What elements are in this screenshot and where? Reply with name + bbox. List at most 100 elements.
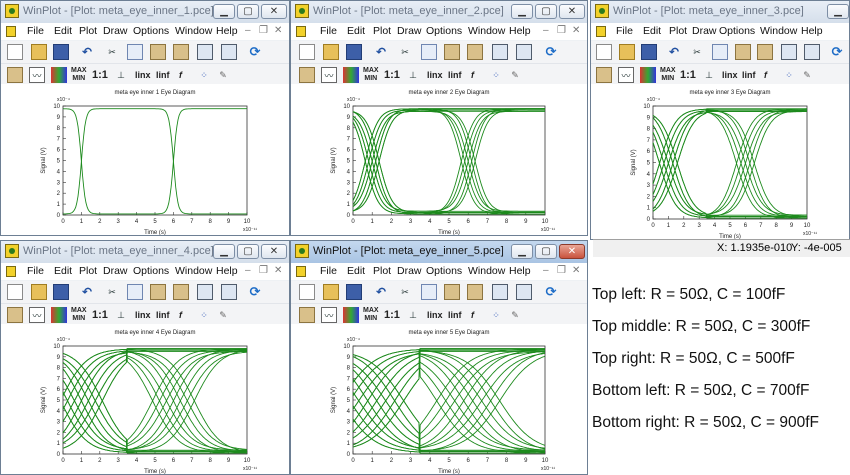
refresh-icon[interactable]: ⟳ (543, 284, 559, 300)
paste-special-icon[interactable] (467, 44, 483, 60)
display-icon[interactable] (781, 44, 797, 60)
axes-icon[interactable]: ⊥ (405, 67, 421, 83)
function-button[interactable]: f (471, 67, 474, 83)
minimize-button[interactable]: ▁ (511, 244, 533, 259)
menu-edit[interactable]: Edit (54, 265, 72, 277)
clipboard-icon[interactable] (7, 307, 23, 323)
menu-help[interactable]: Help (216, 265, 238, 277)
menu-help[interactable]: Help (509, 265, 531, 277)
menu-edit[interactable]: Edit (347, 265, 365, 277)
undo-icon[interactable]: ↶ (79, 284, 95, 300)
save-icon[interactable] (346, 284, 362, 300)
menu-plot[interactable]: Plot (373, 25, 391, 37)
linx-button[interactable]: linx (722, 67, 738, 83)
aspect-ratio-button[interactable]: 1:1 (384, 307, 400, 323)
open-folder-icon[interactable] (619, 44, 635, 60)
document-icon[interactable] (296, 26, 306, 37)
new-file-icon[interactable] (7, 284, 23, 300)
menu-options[interactable]: Options (133, 265, 169, 277)
new-file-icon[interactable] (7, 44, 23, 60)
aspect-ratio-button[interactable]: 1:1 (384, 67, 400, 83)
pencil-icon[interactable]: ✎ (215, 67, 231, 83)
copy-icon[interactable] (421, 284, 437, 300)
clipboard-icon[interactable] (299, 67, 315, 83)
cut-icon[interactable]: ✂ (689, 44, 705, 60)
paste-special-icon[interactable] (467, 284, 483, 300)
maxmin-icon[interactable]: MAX MIN (71, 307, 87, 323)
axes-icon[interactable]: ⊥ (113, 307, 129, 323)
menu-window[interactable]: Window (468, 265, 505, 277)
axes-icon[interactable]: ⊥ (405, 307, 421, 323)
paste-special-icon[interactable] (173, 44, 189, 60)
maxmin-icon[interactable]: MAX MIN (363, 307, 379, 323)
plot-area[interactable]: meta eye inner 3 Eye Diagram x10⁻⁴ 0 1 2 3 4 5 6… (591, 84, 849, 239)
new-file-icon[interactable] (596, 44, 612, 60)
clipboard-icon[interactable] (299, 307, 315, 323)
function-button[interactable]: f (179, 67, 182, 83)
mdi-restore-icon[interactable]: ❐ (557, 265, 566, 276)
refresh-icon[interactable]: ⟳ (829, 44, 845, 60)
maximize-button[interactable]: ▢ (535, 244, 557, 259)
menu-draw[interactable]: Draw (103, 25, 128, 37)
paste-icon[interactable] (444, 44, 460, 60)
maxmin-icon[interactable]: MAX MIN (660, 67, 676, 83)
clipboard-icon[interactable] (596, 67, 612, 83)
paste-icon[interactable] (735, 44, 751, 60)
copy-icon[interactable] (127, 284, 143, 300)
pencil-icon[interactable]: ✎ (215, 307, 231, 323)
linf-button[interactable]: linf (742, 67, 756, 83)
scatter-icon[interactable]: ⁘ (196, 67, 212, 83)
menu-edit[interactable]: Edit (347, 25, 365, 37)
plot-area[interactable]: meta eye inner 1 Eye Diagram x10⁻⁴ 0 1 2 3 4 5 6… (1, 84, 289, 235)
open-folder-icon[interactable] (31, 284, 47, 300)
colorbar-icon[interactable] (51, 67, 67, 83)
menu-plot[interactable]: Plot (373, 265, 391, 277)
save-icon[interactable] (53, 284, 69, 300)
maxmin-icon[interactable]: MAX MIN (71, 67, 87, 83)
menu-file[interactable]: File (27, 265, 44, 277)
display-icon[interactable] (197, 284, 213, 300)
plot-area[interactable]: meta eye inner 5 Eye Diagram x10⁻⁴ 0 1 2 3 4 5 6… (291, 324, 587, 474)
refresh-icon[interactable]: ⟳ (247, 284, 263, 300)
menu-help[interactable]: Help (216, 25, 238, 37)
mdi-close-icon[interactable]: ✕ (274, 265, 282, 276)
plot-area[interactable]: meta eye inner 4 Eye Diagram x10⁻⁴ 0 1 2 3 4 5 6… (1, 324, 289, 474)
linx-button[interactable]: linx (135, 67, 151, 83)
cut-icon[interactable]: ✂ (104, 284, 120, 300)
aspect-ratio-button[interactable]: 1:1 (92, 307, 108, 323)
mdi-restore-icon[interactable]: ❐ (557, 25, 566, 36)
scatter-icon[interactable]: ⁘ (781, 67, 797, 83)
function-button[interactable]: f (179, 307, 182, 323)
maximize-button[interactable]: ▢ (535, 4, 557, 19)
scatter-icon[interactable]: ⁘ (488, 67, 504, 83)
line-chart-icon[interactable]: 〰 (321, 307, 337, 323)
copy-icon[interactable] (421, 44, 437, 60)
menu-draw[interactable]: Draw (692, 25, 717, 37)
maximize-button[interactable]: ▢ (237, 244, 259, 259)
menu-file[interactable]: File (320, 265, 337, 277)
linf-button[interactable]: linf (156, 67, 170, 83)
menu-plot[interactable]: Plot (669, 25, 687, 37)
display-icon[interactable] (197, 44, 213, 60)
mdi-minimize-icon[interactable]: – (543, 265, 549, 276)
window-titlebar[interactable]: WinPlot - [Plot: meta_eye_inner_2.pce] ▁… (291, 1, 587, 23)
linx-button[interactable]: linx (427, 67, 443, 83)
paste-icon[interactable] (150, 44, 166, 60)
pencil-icon[interactable]: ✎ (799, 67, 815, 83)
menu-options[interactable]: Options (133, 25, 169, 37)
display-icon[interactable] (492, 284, 508, 300)
linf-button[interactable]: linf (448, 67, 462, 83)
mdi-restore-icon[interactable]: ❐ (259, 265, 268, 276)
colorbar-icon[interactable] (51, 307, 67, 323)
graph-window-icon[interactable] (221, 44, 237, 60)
window-titlebar[interactable]: WinPlot - [Plot: meta_eye_inner_3.pce] ▁ (591, 1, 849, 23)
paste-icon[interactable] (444, 284, 460, 300)
winplot-window-5[interactable]: WinPlot - [Plot: meta_eye_inner_5.pce] ▁… (290, 240, 588, 475)
minimize-button[interactable]: ▁ (213, 4, 235, 19)
window-titlebar[interactable]: WinPlot - [Plot: meta_eye_inner_4.pce] ▁… (1, 241, 289, 263)
plot-area[interactable]: meta eye inner 2 Eye Diagram x10⁻⁴ 0 1 2 3 4 5 6… (291, 84, 587, 235)
menu-options[interactable]: Options (426, 265, 462, 277)
axes-icon[interactable]: ⊥ (701, 67, 717, 83)
mdi-restore-icon[interactable]: ❐ (259, 25, 268, 36)
winplot-window-1[interactable]: WinPlot - [Plot: meta_eye_inner_1.pce] ▁… (0, 0, 290, 236)
